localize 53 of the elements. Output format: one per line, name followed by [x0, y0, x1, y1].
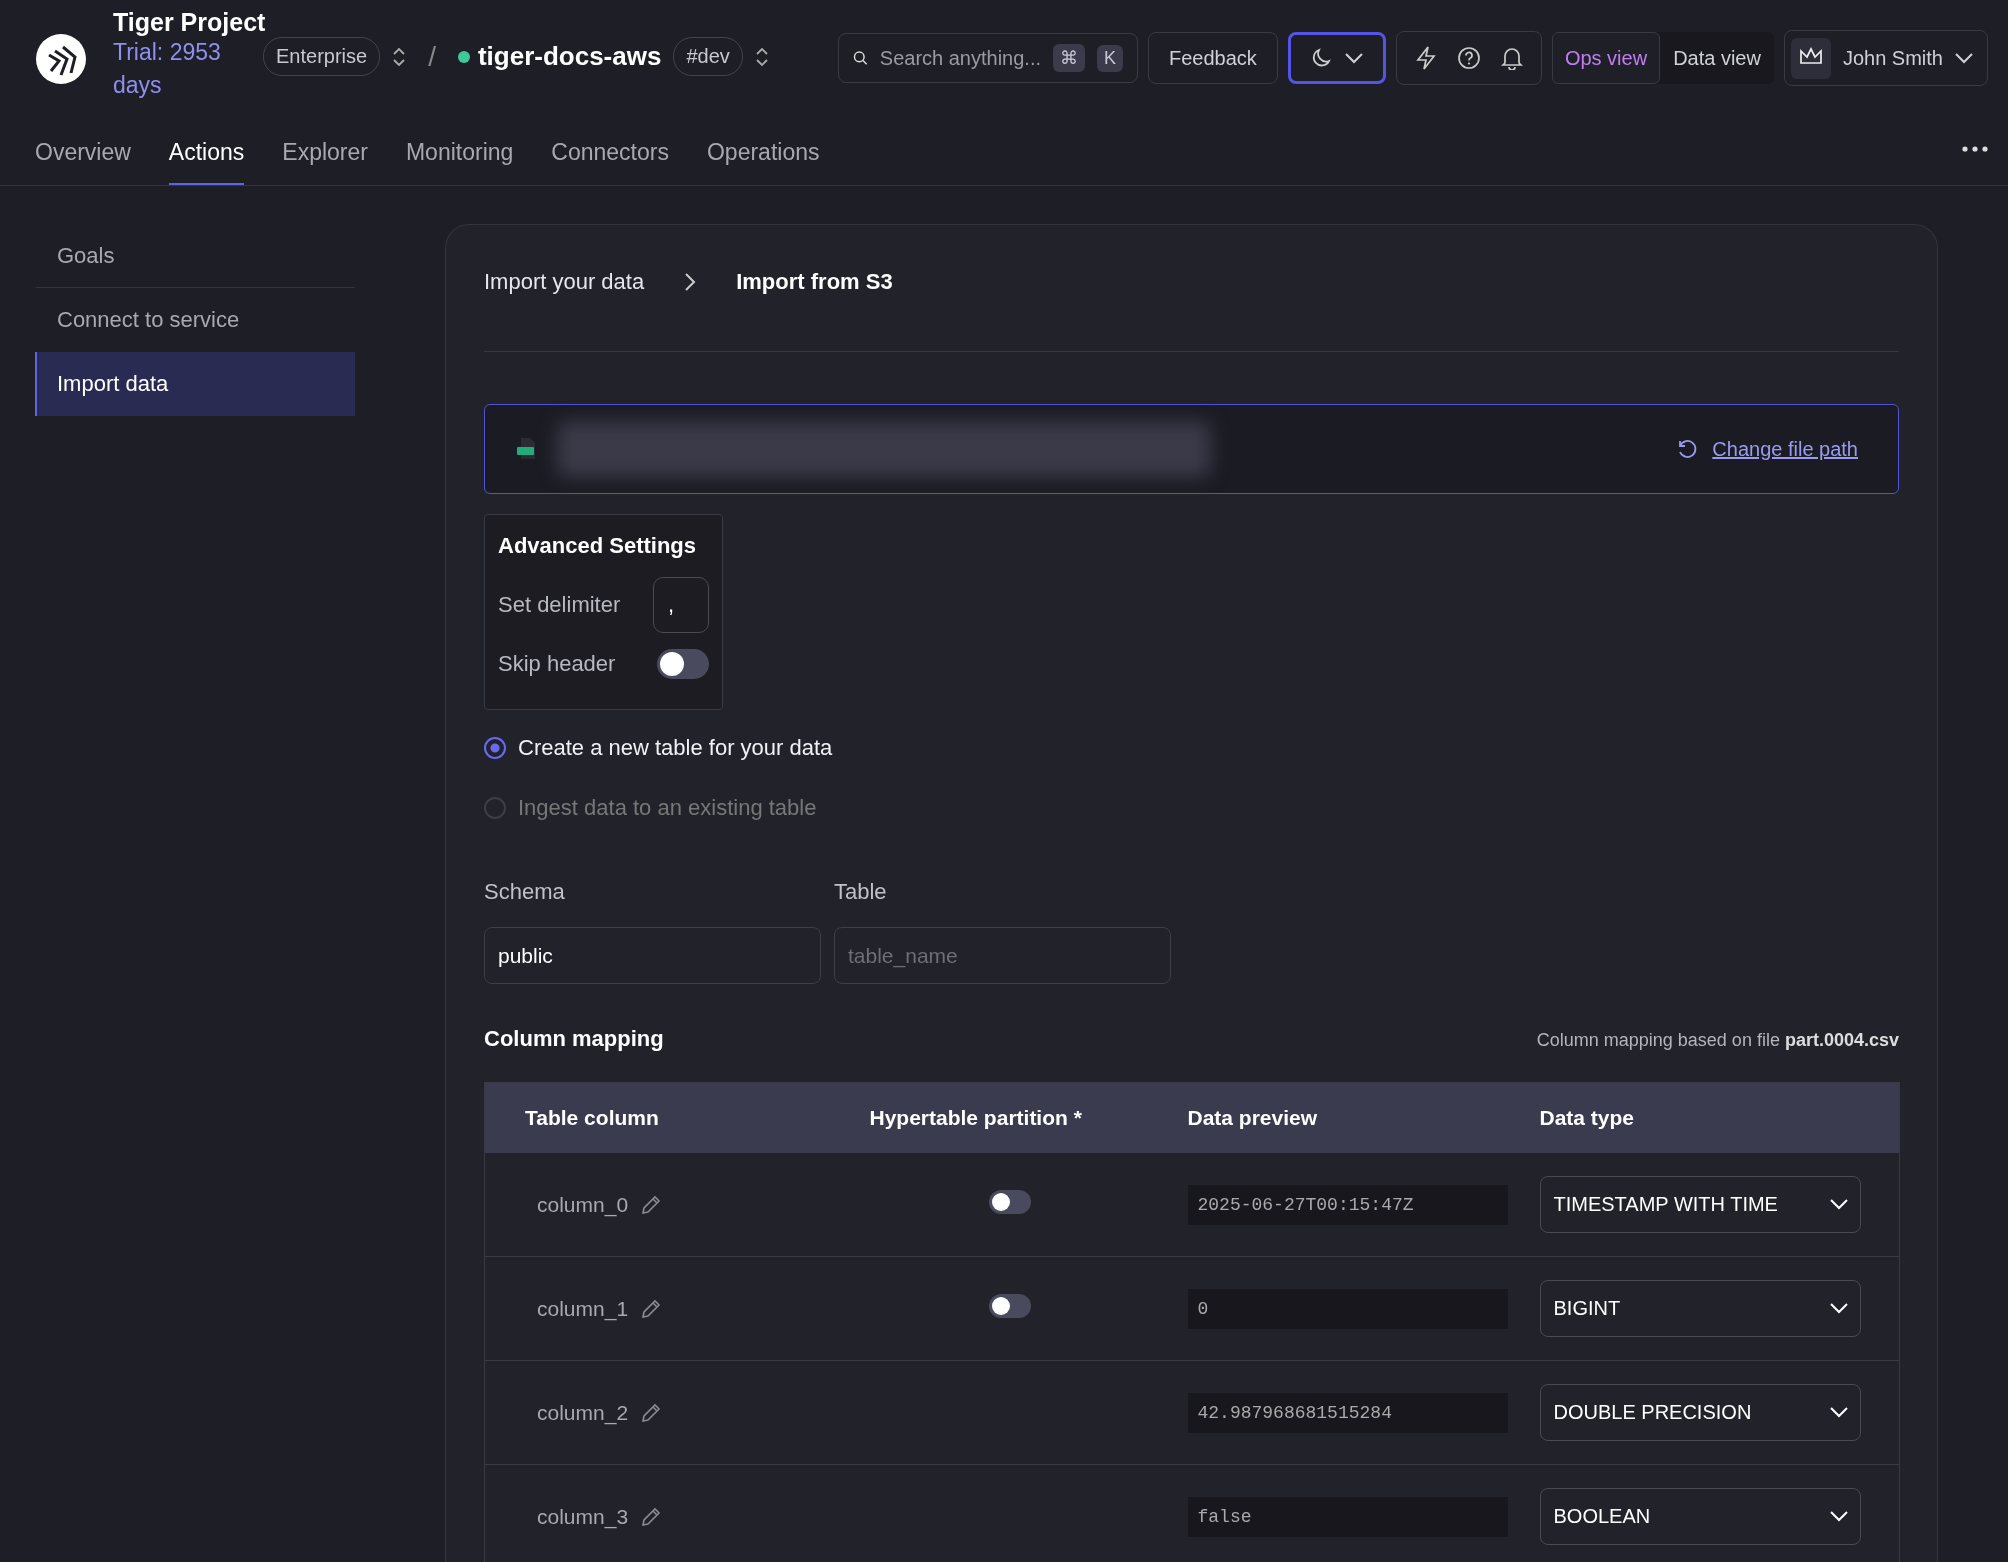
data-type-select[interactable]: BOOLEAN	[1539, 1488, 1861, 1545]
nav-tab[interactable]: Operations	[706, 112, 820, 185]
view-toggle[interactable]: Data view	[1660, 32, 1774, 84]
column-header: Table column	[524, 1106, 659, 1129]
delimiter-field[interactable]: ,	[653, 577, 709, 633]
data-type-select[interactable]: TIMESTAMP WITH TIME	[1539, 1176, 1861, 1233]
data-preview: 0	[1187, 1288, 1508, 1329]
plan-badge[interactable]: Enterprise	[263, 37, 381, 76]
change-file-path-link[interactable]: Change file path	[1676, 437, 1858, 461]
table-name-field[interactable]: table_name	[834, 927, 1171, 984]
data-preview: 2025-06-27T00:15:47Z	[1187, 1184, 1508, 1225]
section-title: Column mapping	[484, 1026, 664, 1052]
schema-field[interactable]: public	[484, 927, 821, 984]
column-header: Data preview	[1187, 1106, 1318, 1129]
trial-days: Trial: 2953 days	[113, 36, 263, 102]
data-type-select[interactable]: BIGINT	[1539, 1280, 1861, 1337]
field-label: Skip header	[498, 651, 616, 677]
breadcrumb-item: Import from S3	[736, 269, 893, 295]
column-name: column_2	[537, 1400, 629, 1425]
feedback-button[interactable]: Feedback	[1148, 32, 1278, 84]
field-label: Set delimiter	[498, 592, 621, 618]
field-label: Table	[834, 879, 888, 905]
breadcrumb-item[interactable]: Import your data	[484, 269, 645, 295]
radio-option[interactable]: Ingest data to an existing table	[484, 795, 1899, 821]
column-header: Hypertable partition *	[869, 1106, 1082, 1129]
radio-option[interactable]: Create a new table for your data	[484, 735, 1899, 761]
sidebar-item[interactable]: Goals	[35, 224, 355, 288]
service-name[interactable]: tiger-docs-aws	[477, 41, 662, 72]
column-name: column_1	[537, 1296, 629, 1321]
data-type-select[interactable]: DOUBLE PRECISION	[1539, 1384, 1861, 1441]
nav-tab[interactable]: Monitoring	[405, 112, 514, 185]
sidebar-item[interactable]: Import data	[35, 352, 355, 416]
field-label: Schema	[484, 879, 566, 905]
sidebar-item[interactable]: Connect to service	[35, 288, 355, 352]
nav-tab[interactable]: Connectors	[551, 112, 669, 185]
nav-tab[interactable]: Overview	[35, 112, 131, 185]
shortcut-key: K	[1097, 44, 1124, 72]
environment-tag: #dev	[673, 37, 743, 76]
nav-tab[interactable]: Actions	[168, 112, 245, 185]
mapping-note: Column mapping based on file part.0004.csv	[1536, 1030, 1899, 1051]
view-toggle[interactable]: Ops view	[1551, 32, 1661, 84]
column-name: column_0	[537, 1192, 629, 1217]
column-name: column_3	[537, 1504, 629, 1529]
data-preview: false	[1187, 1496, 1508, 1537]
data-preview: 42.987968681515284	[1187, 1392, 1508, 1433]
nav-tab[interactable]: Explorer	[282, 112, 368, 185]
column-header: Data type	[1539, 1106, 1635, 1129]
search-field[interactable]: Search anything... ⌘ K	[838, 33, 1139, 83]
shortcut-key: ⌘	[1053, 44, 1085, 72]
panel-title: Advanced Settings	[498, 533, 698, 559]
project-name: Tiger Project	[113, 8, 263, 36]
breadcrumb-separator: /	[428, 40, 436, 73]
user-menu-button[interactable]: John Smith	[1783, 30, 1988, 86]
